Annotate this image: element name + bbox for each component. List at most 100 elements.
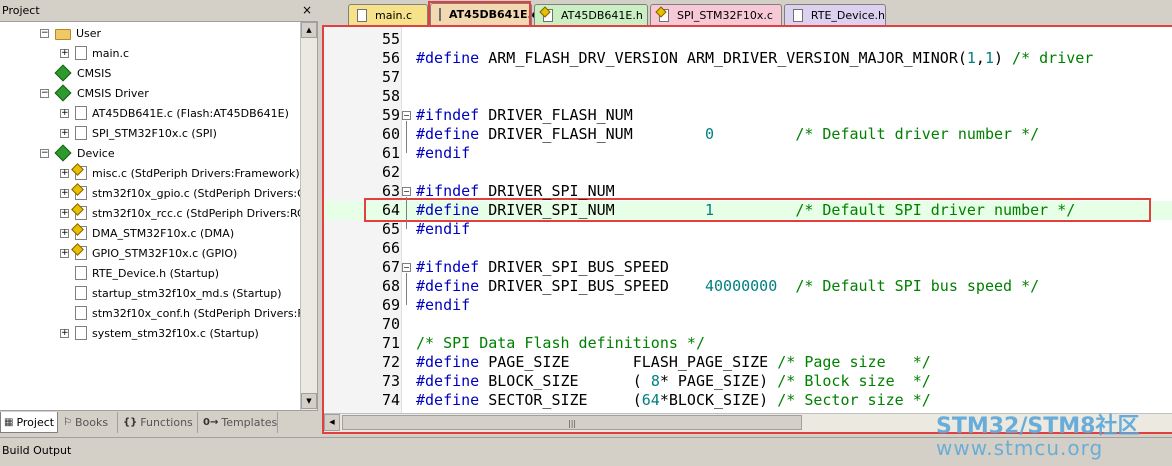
tree-expander-icon[interactable]: +: [60, 209, 69, 218]
code-line[interactable]: /* SPI Data Flash definitions */: [416, 334, 705, 353]
scroll-down-icon[interactable]: ▼: [301, 393, 317, 409]
watermark-line-2: www.stmcu.org: [936, 436, 1103, 460]
tree-expander-icon[interactable]: +: [60, 169, 69, 178]
tree-expander-icon[interactable]: +: [60, 49, 69, 58]
tree-expander-icon[interactable]: +: [60, 329, 69, 338]
tree-expander-icon[interactable]: −: [40, 29, 49, 38]
line-number: 58: [324, 87, 400, 106]
code-token: /* Page size */: [777, 353, 931, 371]
file-icon: [357, 9, 367, 22]
tree-item-label: stm32f10x_gpio.c (StdPeriph Drivers:G: [92, 187, 300, 200]
editor-tab-label: AT45DB641E.h: [561, 9, 643, 22]
tree-item-label: misc.c (StdPeriph Drivers:Framework): [92, 167, 300, 180]
scrollbar-thumb[interactable]: |||: [342, 415, 802, 430]
code-token: DRIVER_SPI_BUS_SPEED: [479, 258, 669, 276]
tree-item[interactable]: − Device: [40, 143, 115, 163]
panel-tab-label: Templates: [221, 416, 277, 429]
code-line[interactable]: #endif: [416, 220, 470, 239]
code-token: 8: [651, 372, 660, 390]
code-token: #define: [416, 277, 479, 295]
panel-tab-label: Functions: [140, 416, 193, 429]
code-token: #define: [416, 353, 479, 371]
editor-tab[interactable]: RTE_Device.h: [784, 4, 886, 25]
tree-item[interactable]: + AT45DB641E.c (Flash:AT45DB641E): [60, 103, 289, 123]
tree-expander-icon[interactable]: −: [40, 149, 49, 158]
code-line[interactable]: #define DRIVER_SPI_NUM 1 /* Default SPI …: [416, 201, 1075, 220]
code-token: #endif: [416, 144, 470, 162]
fold-guide-line: [406, 197, 407, 229]
panel-tab-books[interactable]: ⚐ Books: [60, 412, 118, 433]
tree-item[interactable]: RTE_Device.h (Startup): [60, 263, 219, 283]
fold-guide-line: [406, 121, 407, 153]
code-token: /* Block size */: [777, 372, 931, 390]
code-line[interactable]: #ifndef DRIVER_SPI_NUM: [416, 182, 615, 201]
tree-expander-icon[interactable]: +: [60, 109, 69, 118]
tree-expander-icon[interactable]: +: [60, 229, 69, 238]
fold-toggle-icon[interactable]: −: [402, 187, 411, 196]
code-line[interactable]: #define BLOCK_SIZE ( 8* PAGE_SIZE) /* Bl…: [416, 372, 931, 391]
tree-item[interactable]: + DMA_STM32F10x.c (DMA): [60, 223, 234, 243]
tree-expander-icon[interactable]: +: [60, 189, 69, 198]
code-token: #ifndef: [416, 258, 479, 276]
tree-item[interactable]: + main.c: [60, 43, 129, 63]
tree-expander-icon[interactable]: +: [60, 129, 69, 138]
code-line[interactable]: #endif: [416, 144, 470, 163]
fold-toggle-icon[interactable]: −: [402, 263, 411, 272]
component-diamond-icon: [55, 65, 72, 82]
tree-item[interactable]: + stm32f10x_rcc.c (StdPeriph Drivers:RC: [60, 203, 300, 223]
tree-item[interactable]: startup_stm32f10x_md.s (Startup): [60, 283, 282, 303]
panel-tab-templates[interactable]: 0→ Templates: [200, 412, 278, 433]
code-token: 0: [705, 125, 714, 143]
tree-item[interactable]: + stm32f10x_gpio.c (StdPeriph Drivers:G: [60, 183, 300, 203]
code-token: #ifndef: [416, 106, 479, 124]
key-file-icon: [75, 186, 87, 200]
code-line[interactable]: #define SECTOR_SIZE (64*BLOCK_SIZE) /* S…: [416, 391, 931, 410]
code-line[interactable]: #define DRIVER_SPI_BUS_SPEED 40000000 /*…: [416, 277, 1039, 296]
editor-tab[interactable]: AT45DB641E.h: [534, 4, 648, 25]
project-tree: − User + main.c CMSIS − CMSIS Driver + AT45DB641…: [0, 22, 300, 410]
close-icon[interactable]: ×: [302, 3, 312, 17]
editor-tab[interactable]: SPI_STM32F10x.c: [650, 4, 782, 25]
fold-toggle-icon[interactable]: −: [402, 111, 411, 120]
tree-item-label: CMSIS: [77, 67, 111, 80]
templates-icon: 0→: [203, 417, 218, 428]
tree-item[interactable]: − User: [40, 23, 101, 43]
code-line[interactable]: #define ARM_FLASH_DRV_VERSION ARM_DRIVER…: [416, 49, 1093, 68]
file-icon: [75, 286, 87, 300]
tree-expander-icon[interactable]: +: [60, 249, 69, 258]
editor-tab-label: SPI_STM32F10x.c: [677, 9, 773, 22]
tree-expander-icon[interactable]: −: [40, 89, 49, 98]
line-number: 69: [324, 296, 400, 315]
code-editor[interactable]: 55 56 #define ARM_FLASH_DRV_VERSION ARM_DR…: [322, 25, 1172, 434]
tree-item[interactable]: stm32f10x_conf.h (StdPeriph Drivers:Fr: [60, 303, 300, 323]
panel-tab-label: Books: [75, 416, 108, 429]
tree-item[interactable]: + SPI_STM32F10x.c (SPI): [60, 123, 217, 143]
code-line[interactable]: #ifndef DRIVER_SPI_BUS_SPEED: [416, 258, 669, 277]
tree-item[interactable]: CMSIS: [40, 63, 111, 83]
line-number: 66: [324, 239, 400, 258]
editor-tab[interactable]: main.c: [348, 4, 428, 25]
code-line[interactable]: #define PAGE_SIZE FLASH_PAGE_SIZE /* Pag…: [416, 353, 931, 372]
code-line[interactable]: #ifndef DRIVER_FLASH_NUM: [416, 106, 633, 125]
tree-item[interactable]: − CMSIS Driver: [40, 83, 149, 103]
line-number: 65: [324, 220, 400, 239]
panel-tab-label: Project: [16, 416, 54, 429]
code-token: #define: [416, 125, 479, 143]
scroll-left-icon[interactable]: ◀: [324, 414, 340, 431]
scroll-up-icon[interactable]: ▲: [301, 22, 317, 38]
panel-tab-functions[interactable]: {} Functions: [120, 412, 198, 433]
code-line[interactable]: #define DRIVER_FLASH_NUM 0 /* Default dr…: [416, 125, 1039, 144]
code-token: #endif: [416, 220, 470, 238]
tree-item[interactable]: + misc.c (StdPeriph Drivers:Framework): [60, 163, 300, 183]
code-line[interactable]: #endif: [416, 296, 470, 315]
tree-item[interactable]: + system_stm32f10x.c (Startup): [60, 323, 259, 343]
project-tree-scrollbar[interactable]: ▲ ▼: [300, 22, 317, 410]
project-panel-title: Project: [2, 4, 40, 17]
code-token: * PAGE_SIZE): [660, 372, 777, 390]
file-icon: [793, 9, 803, 22]
tree-item[interactable]: + GPIO_STM32F10x.c (GPIO): [60, 243, 237, 263]
line-number: 59: [324, 106, 400, 125]
code-token: /* SPI Data Flash definitions */: [416, 334, 705, 352]
panel-tab-project[interactable]: ▦ Project: [0, 412, 58, 433]
code-token: #endif: [416, 296, 470, 314]
